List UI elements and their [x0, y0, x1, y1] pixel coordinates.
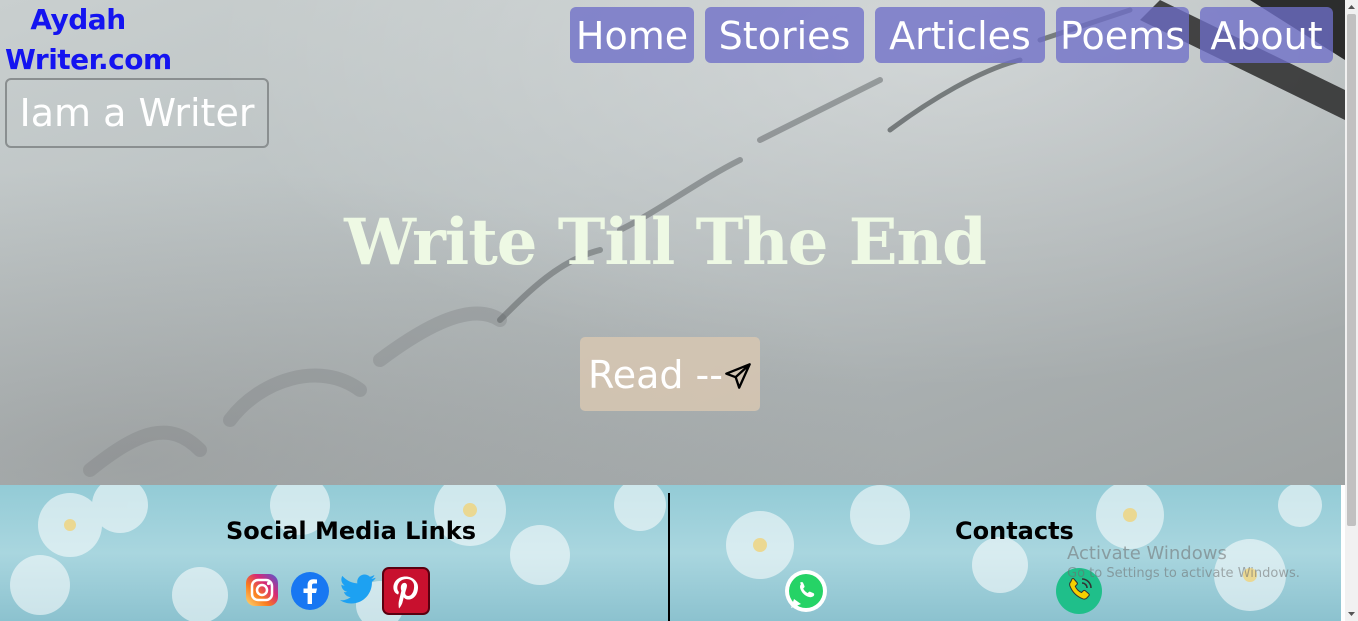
read-button[interactable]: Read --	[580, 337, 760, 411]
whatsapp-icon[interactable]	[783, 568, 829, 614]
scroll-down-arrow-icon[interactable]	[1345, 607, 1358, 621]
contacts-title: Contacts	[955, 517, 1074, 545]
nav-home[interactable]: Home	[570, 7, 694, 63]
nav-stories[interactable]: Stories	[705, 7, 864, 63]
scrollbar-thumb[interactable]	[1347, 14, 1356, 526]
nav-about[interactable]: About	[1200, 7, 1333, 63]
read-button-label: Read --	[588, 353, 723, 397]
tagline-box: Iam a Writer	[5, 78, 269, 148]
footer-divider	[668, 493, 670, 621]
site-logo[interactable]: Aydah Writer.com	[5, 0, 172, 80]
twitter-icon[interactable]	[339, 573, 377, 607]
hero-headline: Write Till The End	[344, 205, 987, 280]
page-scrollbar[interactable]	[1345, 0, 1358, 621]
pinterest-icon[interactable]	[382, 567, 430, 615]
activate-windows-watermark: Activate Windows Go to Settings to activ…	[1067, 543, 1300, 581]
facebook-icon[interactable]	[290, 571, 330, 611]
social-media-title: Social Media Links	[226, 517, 476, 545]
watermark-line-2: Go to Settings to activate Windows.	[1067, 566, 1300, 581]
nav-articles[interactable]: Articles	[875, 7, 1045, 63]
scroll-up-arrow-icon[interactable]	[1345, 0, 1358, 14]
paper-plane-icon	[725, 363, 751, 389]
nav-poems[interactable]: Poems	[1056, 7, 1189, 63]
hero-section: Aydah Writer.com Iam a Writer Home Stori…	[0, 0, 1345, 485]
instagram-icon[interactable]	[244, 572, 280, 608]
main-nav: Home Stories Articles Poems About	[570, 7, 1334, 63]
logo-line-2: Writer.com	[5, 43, 172, 76]
logo-line-1: Aydah	[30, 3, 126, 36]
watermark-line-1: Activate Windows	[1067, 543, 1227, 564]
